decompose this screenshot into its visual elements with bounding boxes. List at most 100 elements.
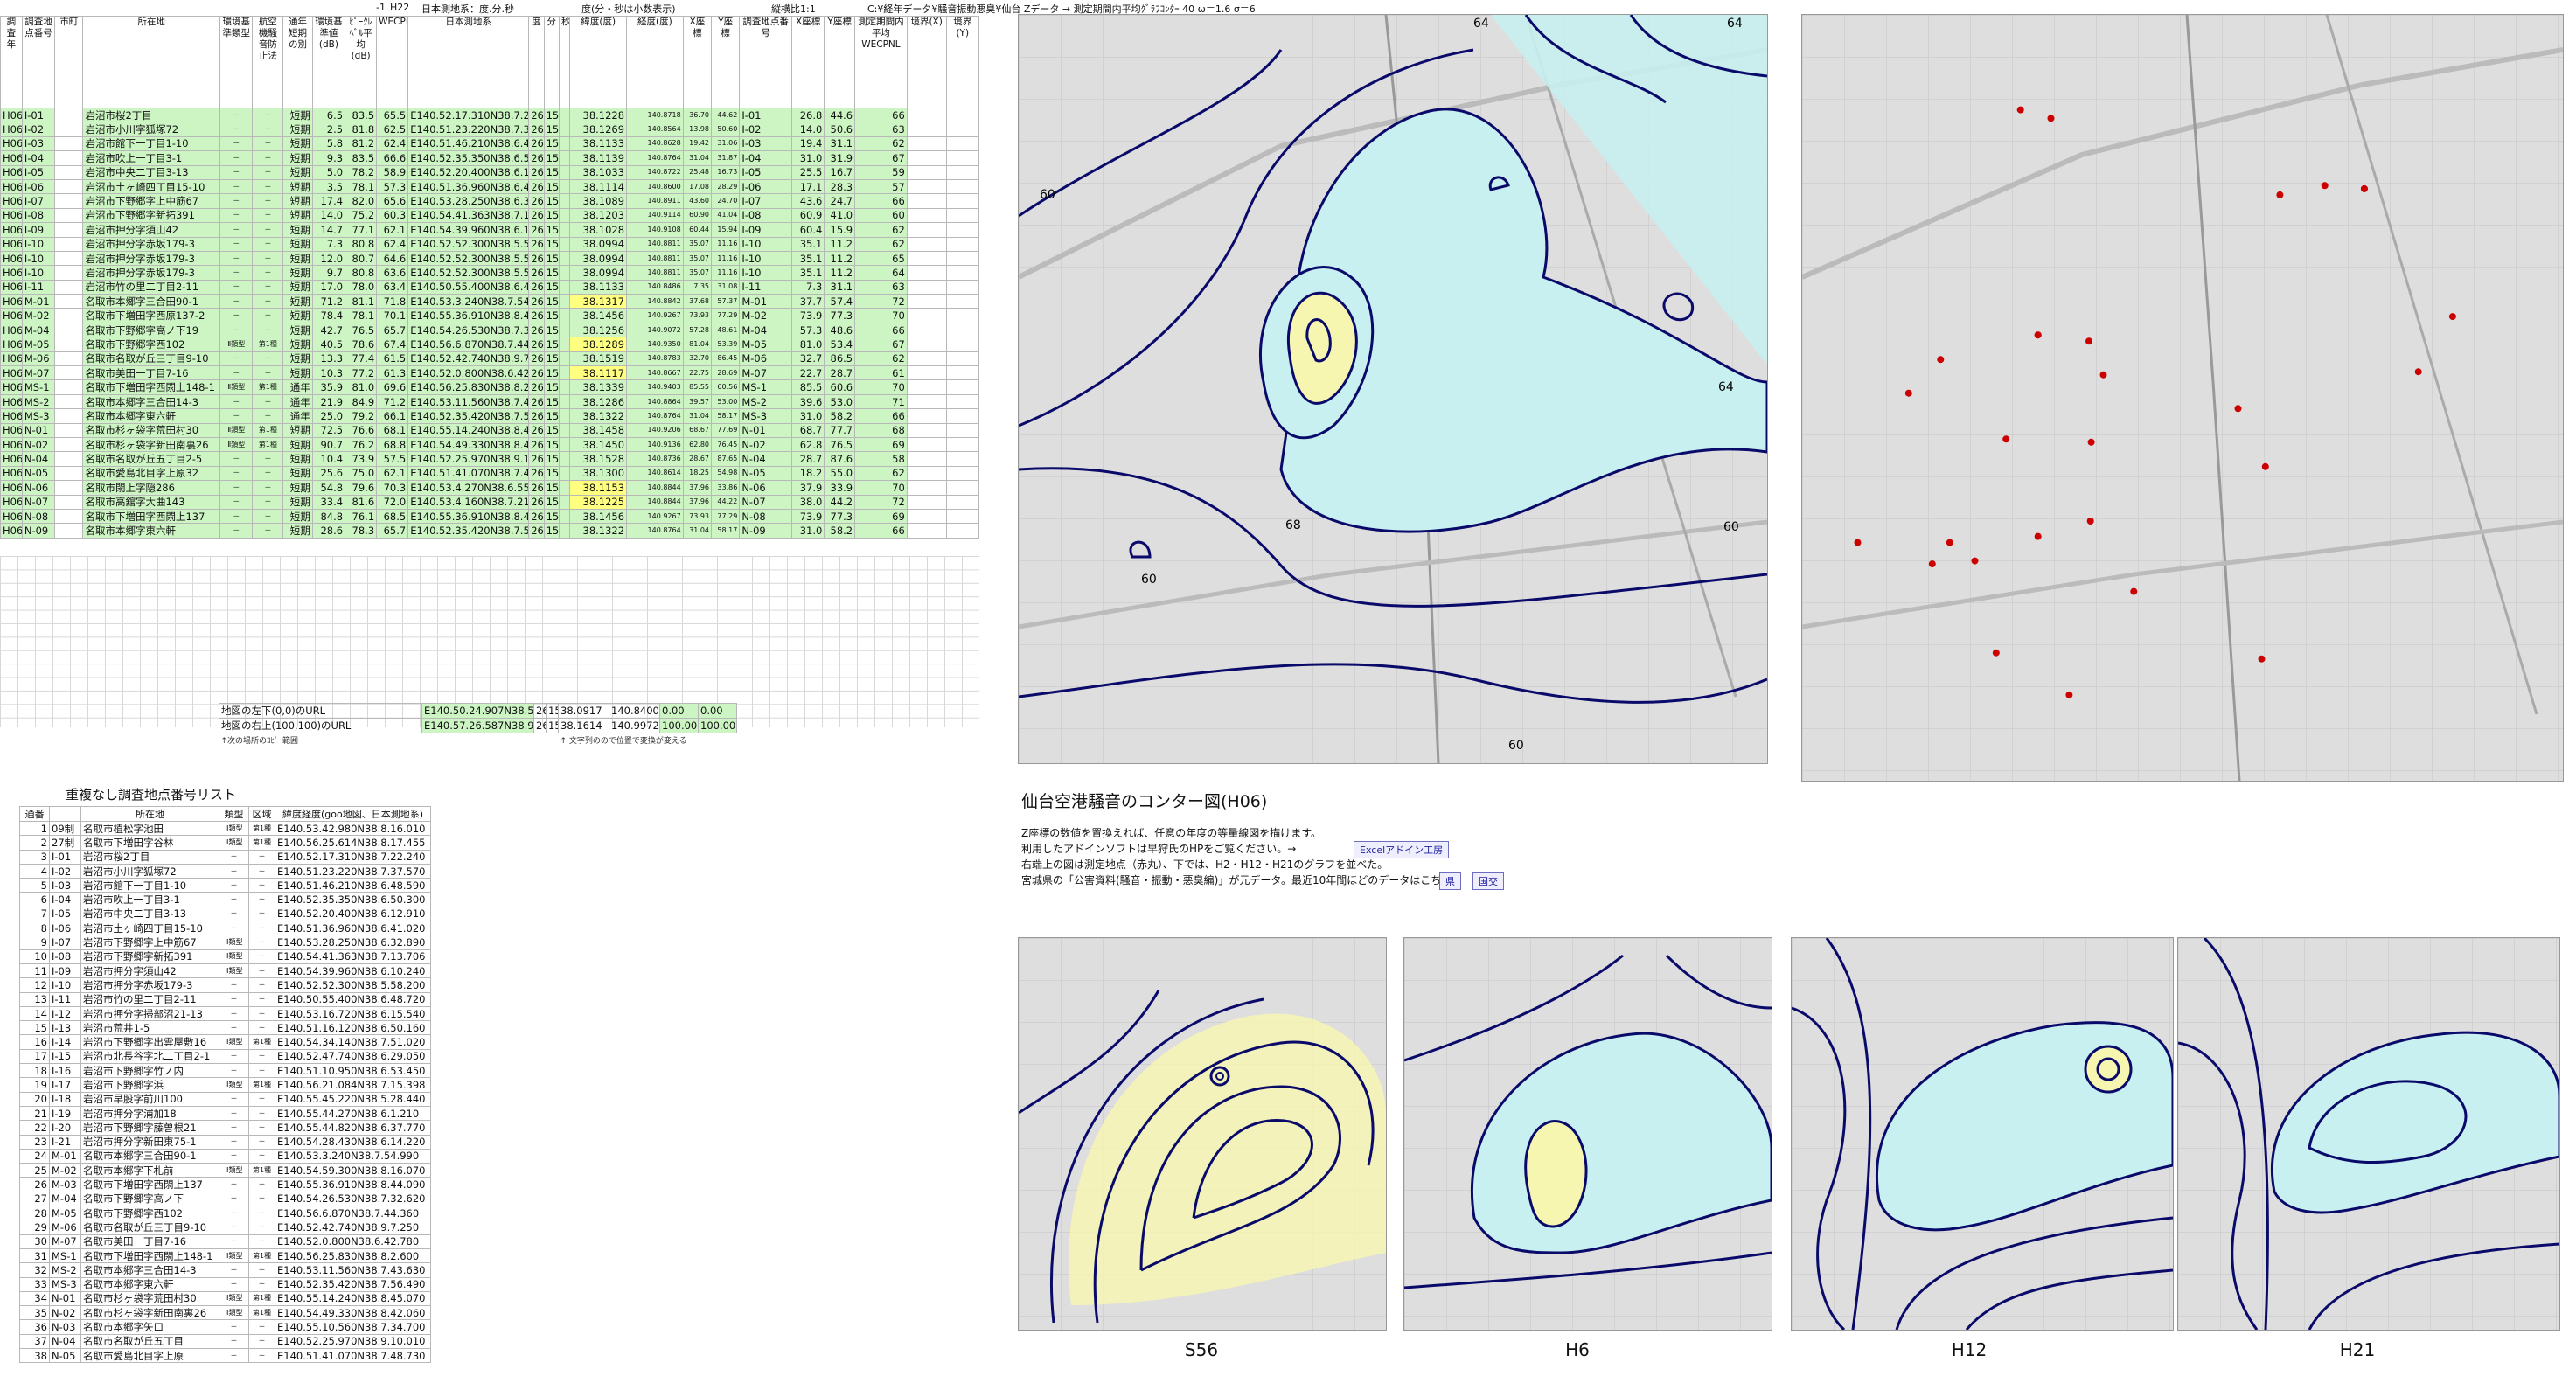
list-row: 18 I-16 岩沼市下野郷字竹ノ内－－ E140.51.10.950N38.6.53… <box>19 1063 431 1079</box>
list-cell: － <box>219 906 249 922</box>
table-cell: 26 <box>528 107 545 123</box>
table-cell: 15 <box>543 107 560 123</box>
table-cell: 26 <box>528 250 545 267</box>
thumb-map-h21[interactable] <box>2177 937 2560 1331</box>
list-cell: E140.52.35.420N38.7.56.490 <box>275 1276 431 1292</box>
table-cell: 140.8736 <box>626 451 684 467</box>
table-cell: 15 <box>543 236 560 252</box>
table-cell: － <box>252 250 284 267</box>
thumb-map-s56[interactable] <box>1018 937 1387 1331</box>
table-cell: 26 <box>528 480 545 496</box>
table-cell <box>906 436 947 453</box>
addin-link-button[interactable]: Excelアドイン工房 <box>1354 841 1450 858</box>
table-cell: － <box>252 480 284 496</box>
table-header-row: 調査年 調査地点番号 市町 所在地 環境基準類型 航空機騒音防止法 通年短期の別 環境基準値(… <box>0 16 980 108</box>
table-cell <box>945 436 980 453</box>
table-row: H06 M-06 名取市名取が丘三丁目9-10 －－短期 13.3 77.4 61.5 E14… <box>0 351 980 367</box>
table-cell: 50.6 <box>824 122 856 137</box>
table-cell <box>906 250 947 267</box>
table-cell: H06 <box>0 365 23 381</box>
points-map[interactable] <box>1801 14 2564 782</box>
table-cell <box>558 365 571 381</box>
table-cell: 80.8 <box>345 265 378 281</box>
table-cell <box>906 294 947 309</box>
table-cell: 60.44 <box>682 222 713 238</box>
contour-map-main[interactable]: 64 64 60 64 68 60 60 60 <box>1018 14 1768 764</box>
list-cell: I-06 <box>49 921 81 936</box>
list-cell: I-18 <box>49 1091 81 1107</box>
list-cell: M-07 <box>49 1234 81 1249</box>
thumb-svg <box>2178 938 2559 1330</box>
list-cell: 第1種 <box>248 1034 275 1050</box>
table-cell <box>906 136 947 152</box>
column-header: 調査地点番号 <box>21 16 56 108</box>
thumb-map-h6[interactable] <box>1403 937 1772 1331</box>
list-row: 10 I-08 岩沼市下野郷字新拓391 Ⅱ類型－ E140.54.41.363N38.… <box>19 949 431 964</box>
table-cell: 28.29 <box>711 178 741 195</box>
table-cell: 72 <box>854 294 908 309</box>
survey-point-marker <box>1992 649 2000 657</box>
list-cell: 32 <box>19 1262 50 1278</box>
national-link-button[interactable]: 国交 <box>1472 872 1504 890</box>
table-cell: 76.5 <box>824 436 856 453</box>
table-cell <box>558 150 571 166</box>
thumb-map-h12[interactable] <box>1791 937 2174 1331</box>
list-cell: 34 <box>19 1290 50 1307</box>
list-cell: 18 <box>19 1063 50 1079</box>
table-cell: 71 <box>854 393 908 410</box>
list-cell: － <box>248 1120 275 1136</box>
list-cell: 17 <box>19 1048 50 1065</box>
list-cell: 第1種 <box>248 1248 275 1264</box>
table-cell: MS-3 <box>21 408 56 424</box>
list-cell: E140.55.36.910N38.8.44.090 <box>275 1177 431 1192</box>
list-cell: 岩沼市押分字浦加18 <box>80 1105 219 1122</box>
list-cell: 岩沼市桜2丁目 <box>80 849 219 865</box>
table-cell: 名取市本郷字東六軒 <box>82 523 221 539</box>
column-header: 秒 <box>558 16 571 108</box>
thumb-label-h21: H21 <box>2339 1339 2376 1360</box>
list-cell: E140.54.28.430N38.6.14.220 <box>275 1134 431 1150</box>
table-cell: I-03 <box>739 136 792 152</box>
table-row: H06 M-05 名取市下野郷字西102 Ⅱ類型 第1種 短期 40.5 78.6 67.4 E1… <box>0 337 980 352</box>
table-cell: Ⅱ類型 <box>219 379 254 395</box>
list-cell: 名取市本郷字下札前 <box>80 1163 219 1178</box>
list-cell: 岩沼市押分字須山42 <box>80 963 219 979</box>
table-cell: 15 <box>543 408 560 424</box>
table-cell: 77.29 <box>711 308 741 323</box>
list-cell: 2 <box>19 835 50 851</box>
table-cell <box>945 150 980 166</box>
pref-link-button[interactable]: 県 <box>1439 872 1461 890</box>
table-cell: 15 <box>543 294 560 309</box>
table-cell: I-06 <box>739 178 792 195</box>
list-cell: － <box>248 849 275 865</box>
list-cell: 13 <box>19 991 50 1007</box>
table-cell: 名取市閖上字隠286 <box>82 480 221 496</box>
list-cell: － <box>248 949 275 964</box>
list-cell: － <box>219 1262 249 1278</box>
table-cell: 66 <box>854 193 908 209</box>
table-cell: H06 <box>0 122 23 137</box>
contour-label: 60 <box>1040 188 1055 202</box>
table-cell: 140.8811 <box>626 250 684 267</box>
table-cell: 37.68 <box>682 294 713 309</box>
table-cell: 140.9072 <box>626 322 684 338</box>
table-cell <box>945 393 980 410</box>
table-cell <box>906 265 947 281</box>
header-year: H22 <box>390 2 410 13</box>
thumb-label-h6: H6 <box>1565 1339 1590 1360</box>
table-cell: 71.2 <box>376 393 409 410</box>
table-cell: 26 <box>528 379 545 395</box>
table-cell: E140.55.36.910N38.8.44 <box>407 308 530 323</box>
table-cell: 58.17 <box>711 523 741 539</box>
list-title: 重複なし調査地点番号リスト <box>66 787 237 803</box>
table-cell: 短期 <box>282 222 313 238</box>
table-cell: 140.8783 <box>626 351 684 367</box>
survey-point-marker <box>2448 313 2456 321</box>
table-cell: I-10 <box>739 236 792 252</box>
table-cell: 57.5 <box>376 451 409 467</box>
list-row: 11 I-09 岩沼市押分字須山42 Ⅱ類型－ E140.54.39.960N38.6.… <box>19 963 431 979</box>
table-cell: 140.9206 <box>626 422 684 438</box>
table-cell <box>54 236 84 252</box>
table-cell: 15 <box>543 480 560 496</box>
table-cell: N-08 <box>21 508 56 525</box>
